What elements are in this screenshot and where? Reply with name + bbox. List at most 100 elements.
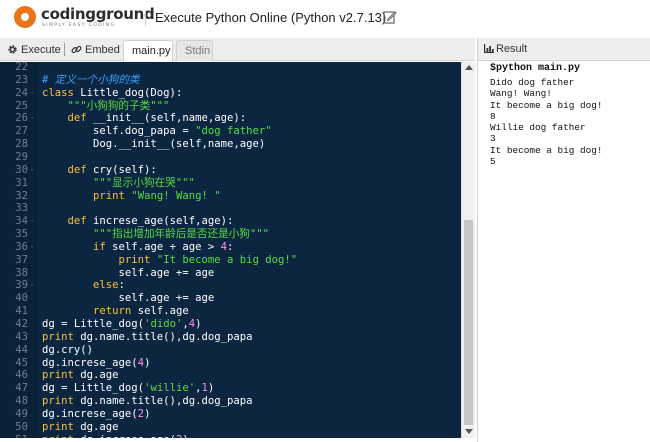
code-text: def __init__(self,name,age):	[42, 112, 247, 125]
code-line: 50 print dg.age	[0, 421, 461, 434]
code-text: return self.age	[42, 305, 189, 318]
tab-main-py[interactable]: main.py	[123, 40, 173, 61]
line-number: 31	[15, 176, 28, 189]
code-line: 36- if self.age + age > 4:	[0, 241, 461, 254]
code-text: """显示小狗在哭"""	[42, 177, 195, 190]
code-token: Little_dog(Dog):	[73, 86, 183, 99]
code-token: dg = Little_dog(	[42, 382, 145, 395]
code-token: # 定义一个小狗的类	[42, 73, 140, 86]
code-token: print	[42, 330, 74, 343]
line-number: 38	[15, 266, 28, 279]
line-number: 22	[15, 62, 28, 73]
execute-label: Execute	[21, 44, 61, 56]
fold-toggle-icon[interactable]: -	[30, 241, 35, 254]
code-line: 22	[0, 62, 461, 74]
tab-stdin[interactable]: Stdin	[176, 40, 213, 61]
code-token: return	[93, 305, 132, 318]
code-text: dg = Little_dog('dido',4)	[42, 318, 202, 331]
output-line: Willie dog father	[490, 122, 586, 134]
line-number: 28	[15, 138, 28, 151]
code-token: print	[42, 434, 74, 438]
output-line: 3	[490, 133, 496, 145]
line-number: 33	[15, 202, 28, 215]
output-line: Dido dog father	[490, 77, 575, 88]
code-text: def increse_age(self,age):	[42, 215, 234, 228]
code-text: print "It become a big dog!"	[42, 253, 298, 267]
fold-toggle-icon[interactable]: -	[30, 279, 35, 292]
code-token: self.age	[131, 305, 189, 318]
line-number: 25	[15, 99, 28, 112]
line-number: 24	[15, 86, 28, 99]
code-text: print dg.name.title(),dg.dog_papa	[42, 395, 252, 408]
code-text: self.dog_papa = "dog father"	[42, 125, 272, 138]
logo-name: codingground	[41, 5, 155, 23]
code-line: 45 dg.increse_age(4)	[0, 357, 461, 370]
code-line: 23 # 定义一个小狗的类	[0, 74, 461, 87]
code-text: dg.increse_age(4)	[42, 357, 150, 370]
execute-button[interactable]: Execute	[7, 40, 61, 60]
code-text: self.age += age	[42, 267, 215, 280]
fold-toggle-icon[interactable]: -	[30, 215, 35, 228]
code-text: print dg.increse_age(2)	[42, 434, 189, 438]
code-token: )	[144, 356, 151, 369]
line-number: 40	[15, 292, 28, 305]
code-token: cry(self):	[86, 163, 157, 176]
line-number: 36	[15, 240, 28, 253]
code-text: """小狗狗的子类"""	[42, 100, 170, 113]
code-text: dg = Little_dog('willie',1)	[42, 382, 214, 395]
code-line: 39- else:	[0, 279, 461, 292]
code-token: "Wang! Wang! "	[131, 189, 221, 202]
fold-toggle-icon[interactable]: -	[30, 87, 35, 100]
code-token: class	[42, 86, 74, 99]
code-token: "dog father"	[195, 125, 272, 138]
bar-chart-icon	[484, 44, 494, 53]
fold-toggle-icon[interactable]: -	[30, 164, 35, 177]
code-text: # 定义一个小狗的类	[42, 74, 140, 87]
scrollbar-thumb[interactable]	[464, 220, 473, 425]
scroll-up-arrow-icon[interactable]	[465, 65, 473, 70]
line-number: 50	[15, 420, 28, 433]
code-line: 40 self.age += age	[0, 292, 461, 305]
code-token: dg.increse_age(	[42, 407, 138, 420]
code-token: dg.increse_age(	[42, 356, 138, 369]
code-text: self.age += age	[42, 292, 215, 305]
code-editor[interactable]: 22 23 # 定义一个小狗的类 24- class Little_dog(Dog): 2…	[0, 62, 461, 438]
toolbar-divider	[64, 43, 65, 56]
code-token: increse_age(self,age):	[86, 215, 234, 228]
code-line: 25 """小狗狗的子类"""	[0, 100, 461, 113]
code-text: Dog.__init__(self,name,age)	[42, 138, 265, 151]
code-token: dg = Little_dog(	[42, 318, 145, 330]
line-number: 29	[15, 150, 28, 163]
code-token: """指出增加年龄后是否还是小狗"""	[93, 228, 270, 241]
code-token: print	[118, 253, 151, 266]
code-token: 'willie'	[144, 382, 196, 395]
line-number: 37	[15, 253, 28, 266]
link-icon	[71, 45, 82, 54]
line-number: 27	[15, 125, 28, 138]
embed-label: Embed	[85, 44, 120, 56]
editor-toolbar: Execute Embed main.py Stdin	[0, 38, 475, 61]
code-token: dg.age	[73, 369, 119, 382]
code-line: 37 print "It become a big dog!"	[0, 254, 461, 267]
code-line: 27 self.dog_papa = "dog father"	[0, 125, 461, 138]
code-token: "It become a big dog!"	[156, 253, 298, 266]
edit-icon[interactable]	[383, 10, 397, 24]
line-number: 47	[15, 382, 28, 395]
codingground-logo[interactable]: codingground SIMPLY EASY CODING	[14, 5, 155, 32]
scroll-down-arrow-icon[interactable]	[465, 429, 473, 434]
code-token: dg.age	[73, 420, 119, 433]
code-token: )	[182, 434, 188, 438]
logo-tagline: SIMPLY EASY CODING	[42, 23, 116, 28]
output-line: Wang! Wang!	[490, 88, 552, 100]
page-title: Execute Python Online (Python v2.7.13)	[155, 10, 387, 25]
code-text: print "Wang! Wang! "	[42, 190, 221, 203]
output-line: 5	[490, 156, 496, 168]
editor-scrollbar[interactable]	[461, 62, 475, 438]
code-token: def	[67, 163, 87, 176]
code-token: dg.name.title(),dg.dog_papa	[73, 330, 253, 343]
fold-toggle-icon[interactable]: -	[30, 112, 35, 125]
embed-button[interactable]: Embed	[71, 40, 120, 60]
code-token: dg.name.title(),dg.dog_papa	[73, 395, 253, 408]
